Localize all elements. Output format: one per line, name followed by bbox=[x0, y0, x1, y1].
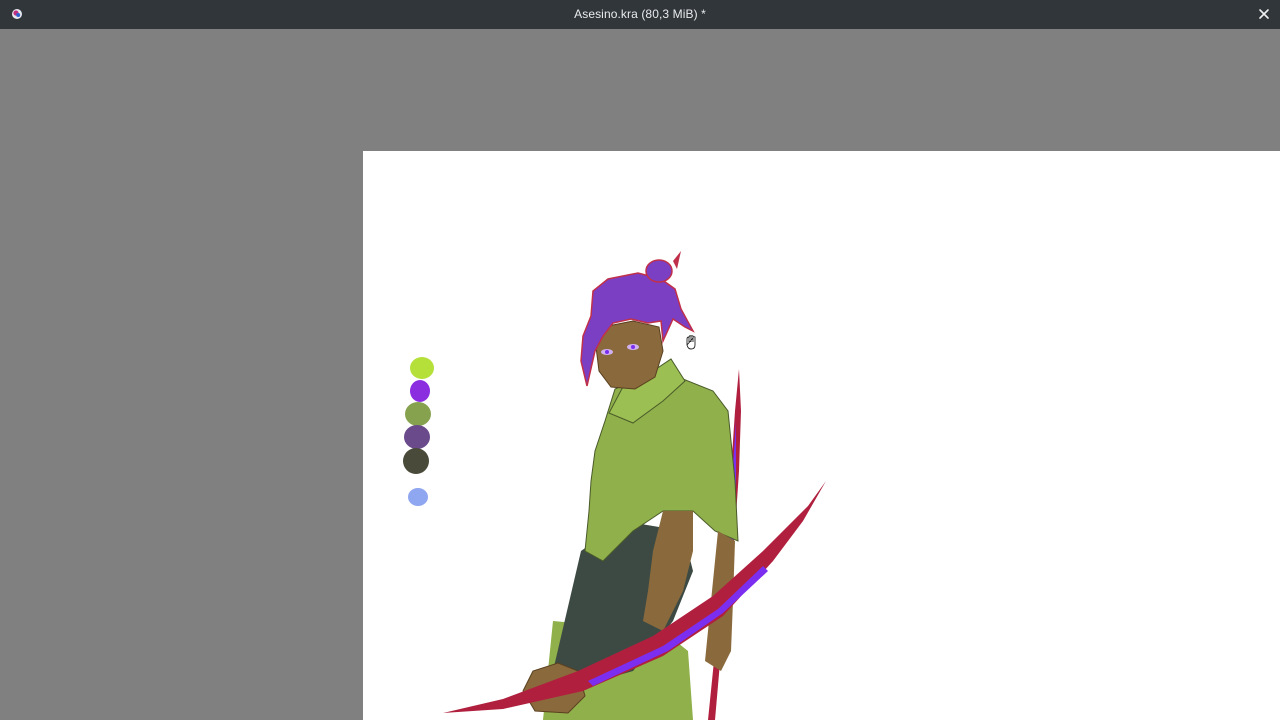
canvas-workspace[interactable] bbox=[0, 29, 1280, 720]
swatch-dark-olive bbox=[403, 448, 429, 474]
swatch-muted-purple bbox=[404, 425, 430, 449]
swatch-violet bbox=[410, 380, 430, 402]
artwork bbox=[403, 251, 826, 720]
drawing-canvas[interactable] bbox=[363, 151, 1280, 720]
close-icon[interactable] bbox=[1257, 7, 1271, 21]
window-titlebar[interactable]: Asesino.kra (80,3 MiB) * bbox=[0, 0, 1280, 29]
window-title: Asesino.kra (80,3 MiB) * bbox=[574, 7, 706, 21]
swatch-periwinkle bbox=[408, 488, 428, 506]
swatch-olive-green bbox=[405, 402, 431, 426]
color-palette-swatches bbox=[403, 357, 434, 506]
hand-pan-icon bbox=[686, 335, 696, 350]
swatch-lime bbox=[410, 357, 434, 379]
